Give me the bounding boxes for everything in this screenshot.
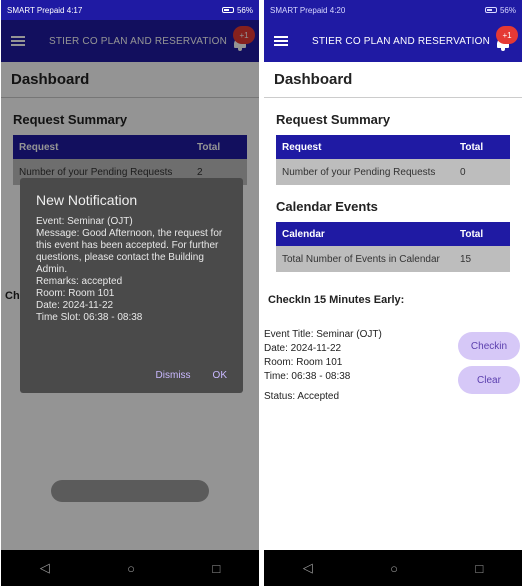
request-summary-title: Request Summary xyxy=(276,112,391,127)
ok-button[interactable]: OK xyxy=(213,370,227,381)
android-nav-bar: ◁ ○ □ xyxy=(264,550,522,586)
notification-dialog: New Notification Event: Seminar (OJT) Me… xyxy=(20,178,243,393)
header-total: Total xyxy=(460,228,484,240)
cell-value: 0 xyxy=(460,166,466,178)
dialog-line: Message: Good Afternoon, the request for… xyxy=(36,228,223,275)
calendar-events-table: Calendar Total Total Number of Events in… xyxy=(276,222,510,272)
recent-apps-icon[interactable]: □ xyxy=(475,561,483,576)
dialog-line: Date: 2024-11-22 xyxy=(36,300,114,311)
right-phone-screen: SMART Prepaid 4:20 56% STIER CO PLAN AND… xyxy=(264,0,522,586)
checkin-button[interactable]: Checkin xyxy=(458,332,520,360)
app-title: STIER CO PLAN AND RESERVATION xyxy=(312,35,491,47)
home-icon[interactable]: ○ xyxy=(390,561,398,576)
event-status: Status: Accepted xyxy=(264,391,340,402)
menu-icon[interactable] xyxy=(274,36,288,46)
calendar-events-title: Calendar Events xyxy=(276,199,378,214)
dialog-line: Room: Room 101 xyxy=(36,288,115,299)
event-time: Time: 06:38 - 08:38 xyxy=(264,371,351,382)
event-date: Date: 2024-11-22 xyxy=(264,343,342,354)
time-label: 4:17 xyxy=(66,5,83,15)
checkin-title: CheckIn 15 Minutes Early: xyxy=(268,294,405,306)
app-bar: STIER CO PLAN AND RESERVATION +1 xyxy=(264,20,522,62)
page-title: Dashboard xyxy=(264,62,522,98)
dialog-body: Event: Seminar (OJT) Message: Good After… xyxy=(36,216,227,324)
header-calendar: Calendar xyxy=(282,228,325,240)
event-room: Room: Room 101 xyxy=(264,357,343,368)
table-header: Calendar Total xyxy=(276,222,510,246)
dialog-line: Remarks: accepted xyxy=(36,276,123,287)
cell-value: 15 xyxy=(460,253,472,265)
table-header: Request Total xyxy=(276,135,510,159)
request-summary-table: Request Total Number of your Pending Req… xyxy=(276,135,510,185)
event-title: Event Title: Seminar (OJT) xyxy=(264,329,382,340)
status-bar: SMART Prepaid 4:17 56% xyxy=(1,0,259,20)
dialog-line: Time Slot: 06:38 - 08:38 xyxy=(36,312,143,323)
event-info: Event Title: Seminar (OJT) Date: 2024-11… xyxy=(264,328,382,404)
dialog-line: Event: Seminar (OJT) xyxy=(36,216,133,227)
time-label: 4:20 xyxy=(329,5,346,15)
cell-label: Number of your Pending Requests xyxy=(282,166,436,178)
battery-icon xyxy=(221,7,234,13)
notification-badge: +1 xyxy=(496,26,518,44)
header-request: Request xyxy=(282,141,322,153)
recent-apps-icon[interactable]: □ xyxy=(212,561,220,576)
dialog-title: New Notification xyxy=(36,192,138,208)
left-phone-screen: SMART Prepaid 4:17 56% STIER CO PLAN AND… xyxy=(1,0,259,586)
back-icon[interactable]: ◁ xyxy=(303,560,313,576)
battery-percent: 56% xyxy=(499,5,516,15)
android-nav-bar: ◁ ○ □ xyxy=(1,550,259,586)
battery-icon xyxy=(484,7,497,13)
status-bar: SMART Prepaid 4:20 56% xyxy=(264,0,522,20)
table-row: Number of your Pending Requests 0 xyxy=(276,159,510,185)
carrier-label: SMART Prepaid xyxy=(7,5,65,15)
header-total: Total xyxy=(460,141,484,153)
back-icon[interactable]: ◁ xyxy=(40,560,50,576)
table-row: Total Number of Events in Calendar 15 xyxy=(276,246,510,272)
battery-percent: 56% xyxy=(236,5,253,15)
carrier-label: SMART Prepaid xyxy=(270,5,328,15)
cell-label: Total Number of Events in Calendar xyxy=(282,253,440,265)
clear-button[interactable]: Clear xyxy=(458,366,520,394)
dismiss-button[interactable]: Dismiss xyxy=(156,370,191,381)
home-icon[interactable]: ○ xyxy=(127,561,135,576)
